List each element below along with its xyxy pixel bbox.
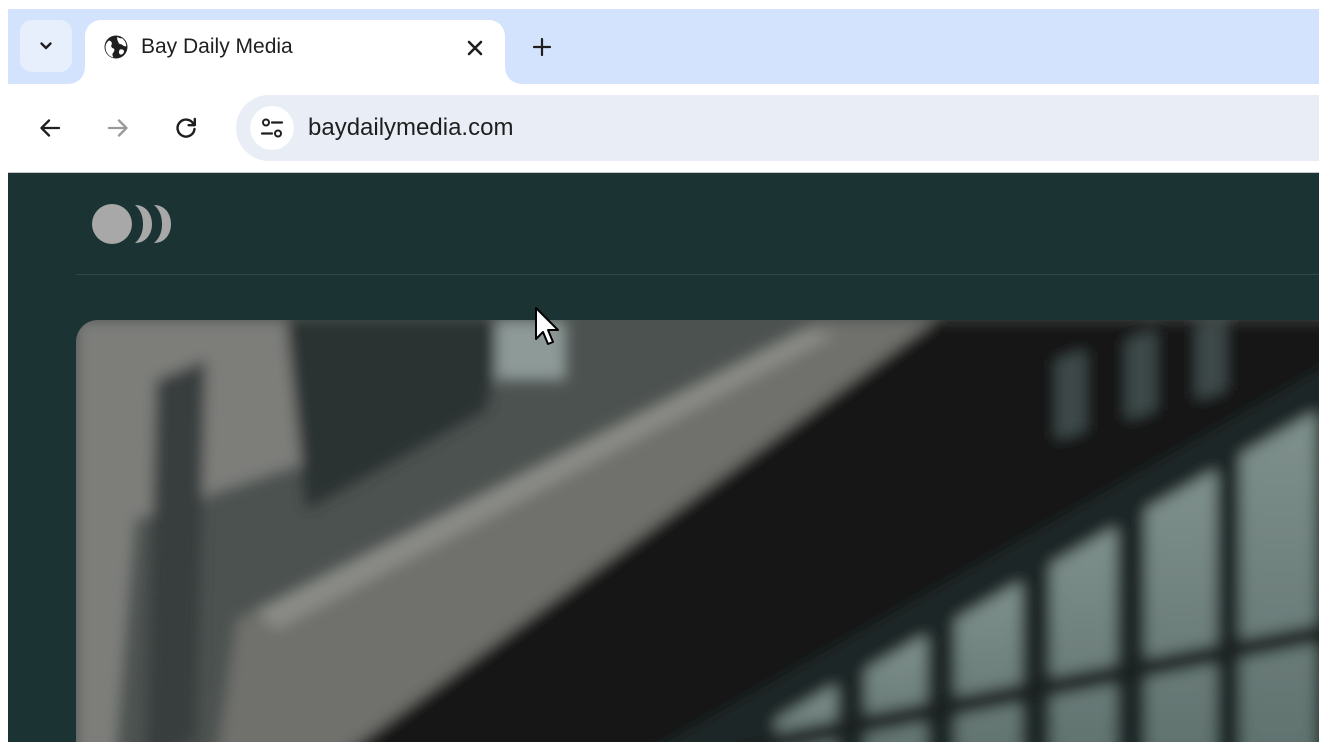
- browser-toolbar: baydailymedia.com: [8, 84, 1319, 172]
- forward-button[interactable]: [98, 108, 138, 148]
- tab-title: Bay Daily Media: [141, 35, 293, 58]
- site-info-button[interactable]: [250, 106, 294, 150]
- new-tab-button[interactable]: [526, 31, 558, 63]
- tab-search-button[interactable]: [20, 20, 72, 72]
- hero-image: [76, 320, 1319, 742]
- arrow-right-icon: [107, 119, 128, 137]
- back-button[interactable]: [30, 108, 70, 148]
- window-edge: [0, 0, 8, 742]
- globe-icon: [104, 35, 128, 59]
- tune-icon: [260, 118, 284, 138]
- plus-icon: [532, 37, 552, 57]
- mouse-cursor-icon: [535, 307, 559, 345]
- active-tab[interactable]: Bay Daily Media: [69, 20, 521, 84]
- tab-strip: Bay Daily Media: [8, 9, 1319, 84]
- close-tab-button[interactable]: [461, 34, 489, 62]
- brand-logo-icon[interactable]: [92, 203, 176, 245]
- web-page: [8, 173, 1319, 742]
- header-divider: [76, 274, 1319, 275]
- address-bar[interactable]: baydailymedia.com: [236, 95, 1319, 161]
- close-icon: [467, 40, 483, 56]
- blurred-building-facade-image: [76, 320, 1319, 742]
- url-text: baydailymedia.com: [308, 114, 514, 141]
- reload-icon: [176, 117, 196, 138]
- reload-button[interactable]: [166, 108, 206, 148]
- chevron-down-icon: [40, 42, 52, 50]
- arrow-left-icon: [40, 119, 61, 137]
